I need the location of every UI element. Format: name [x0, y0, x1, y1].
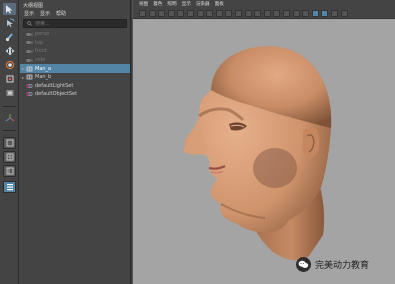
move-tool-icon[interactable] — [3, 45, 16, 57]
lasso-tool-icon[interactable] — [3, 17, 16, 29]
viewport-tool-button[interactable] — [196, 10, 204, 17]
viewport-tool-button[interactable] — [340, 10, 348, 17]
outliner-menu-display[interactable]: 显示 — [24, 10, 34, 17]
outliner-row[interactable]: front — [20, 47, 130, 56]
outliner-row[interactable]: ▸ Man_b — [20, 73, 130, 82]
viewport-tool-button[interactable] — [215, 10, 223, 17]
camera-icon — [26, 40, 33, 46]
outliner-row-label: Man_a — [35, 65, 52, 72]
viewport-menu-lighting[interactable]: 照明 — [167, 1, 176, 7]
outliner-row[interactable]: defaultObjectSet — [20, 90, 130, 99]
outliner-row[interactable]: top — [20, 39, 130, 48]
watermark: 完美动力教育 — [296, 257, 369, 272]
viewport-tool-button[interactable] — [177, 10, 185, 17]
outliner-row[interactable]: persp — [20, 30, 130, 39]
outliner-menu-bar: 显示 显示 帮助 — [20, 10, 130, 17]
viewport-menu-shading[interactable]: 着色 — [153, 1, 162, 7]
outliner-list: persp top front side ▸ Man_a ▸ Man_b defaultLigh… — [20, 30, 130, 99]
viewport-tool-button[interactable] — [283, 10, 290, 17]
watermark-text: 完美动力教育 — [315, 261, 370, 271]
outliner-row-label: defaultLightSet — [35, 82, 74, 89]
viewport-menu-show[interactable]: 显示 — [182, 1, 191, 7]
viewport-canvas[interactable] — [133, 20, 395, 284]
viewport-tool-button[interactable] — [254, 10, 262, 17]
outliner-row-label: front — [35, 48, 47, 55]
viewport-tool-button[interactable] — [273, 10, 281, 17]
outliner-search-input[interactable] — [35, 20, 110, 27]
select-tool-icon[interactable] — [3, 3, 16, 15]
rotate-tool-icon[interactable] — [3, 59, 16, 71]
viewport-menu-panels[interactable]: 面板 — [215, 1, 224, 7]
outliner-search-bar — [23, 19, 127, 28]
outliner-row[interactable]: defaultLightSet — [20, 82, 130, 91]
viewport-tool-button[interactable] — [263, 10, 271, 17]
search-icon — [27, 21, 32, 26]
camera-icon — [26, 57, 33, 63]
outliner-row-label: top — [35, 39, 44, 46]
outliner-row-label: Man_b — [35, 74, 52, 81]
single-perspective-layout-icon[interactable] — [3, 137, 16, 149]
outliner-row[interactable]: side — [20, 56, 130, 65]
tool-box — [0, 0, 19, 284]
viewport-tool-button[interactable] — [148, 10, 156, 17]
viewport-tool-button[interactable] — [311, 10, 319, 17]
paint-select-tool-icon[interactable] — [3, 31, 16, 43]
show-manipulator-tool-icon[interactable] — [3, 87, 16, 99]
viewport-tool-button[interactable] — [225, 10, 233, 17]
viewport-tool-button[interactable] — [321, 10, 329, 17]
scale-tool-icon[interactable] — [3, 73, 16, 85]
outliner-row-label: defaultObjectSet — [35, 91, 78, 98]
viewport-menu-view[interactable]: 视图 — [139, 1, 148, 7]
outliner-row-label: persp — [35, 31, 50, 38]
outliner-row-label: side — [35, 57, 46, 64]
viewport-tool-button[interactable] — [244, 10, 252, 17]
viewport-tool-button[interactable] — [292, 10, 300, 17]
outliner-row[interactable]: ▸ Man_a — [20, 64, 130, 73]
outliner-title: 大纲视图 — [23, 3, 44, 9]
viewport-menu-bar: 视图 着色 照明 显示 渲染器 面板 — [133, 0, 395, 8]
wechat-logo-icon — [296, 257, 311, 272]
four-view-layout-icon[interactable] — [3, 151, 16, 163]
outliner-panel: 大纲视图 显示 显示 帮助 persptop front side▸Man_a▸Ma… — [20, 0, 130, 284]
set-icon — [26, 83, 33, 89]
outliner-menu-show[interactable]: 显示 — [40, 10, 50, 17]
viewport-tool-button[interactable] — [167, 10, 175, 17]
viewport-tool-button[interactable] — [235, 10, 242, 17]
mesh-icon — [26, 66, 33, 72]
viewport-tool-button[interactable] — [302, 10, 310, 17]
outliner-menu-help[interactable]: 帮助 — [56, 10, 66, 17]
set-icon — [26, 91, 33, 97]
viewport-tool-button[interactable] — [206, 10, 214, 17]
mesh-icon — [26, 74, 33, 80]
camera-icon — [26, 31, 33, 37]
viewport-tool-button[interactable] — [187, 10, 194, 17]
axis-icon — [3, 112, 16, 124]
viewport-tool-button[interactable] — [331, 10, 338, 17]
outliner-layout-icon[interactable] — [3, 181, 16, 193]
viewport-menu-renderer[interactable]: 渲染器 — [196, 1, 210, 7]
camera-icon — [26, 48, 33, 54]
viewport-toolbar — [133, 8, 395, 19]
viewport-tool-button[interactable] — [158, 10, 166, 17]
perspective-viewport[interactable]: 视图 着色 照明 显示 渲染器 面板 — [133, 0, 395, 284]
viewport-tool-button[interactable] — [139, 10, 146, 17]
persp-outliner-layout-icon[interactable] — [3, 165, 16, 177]
head-model — [183, 46, 332, 261]
